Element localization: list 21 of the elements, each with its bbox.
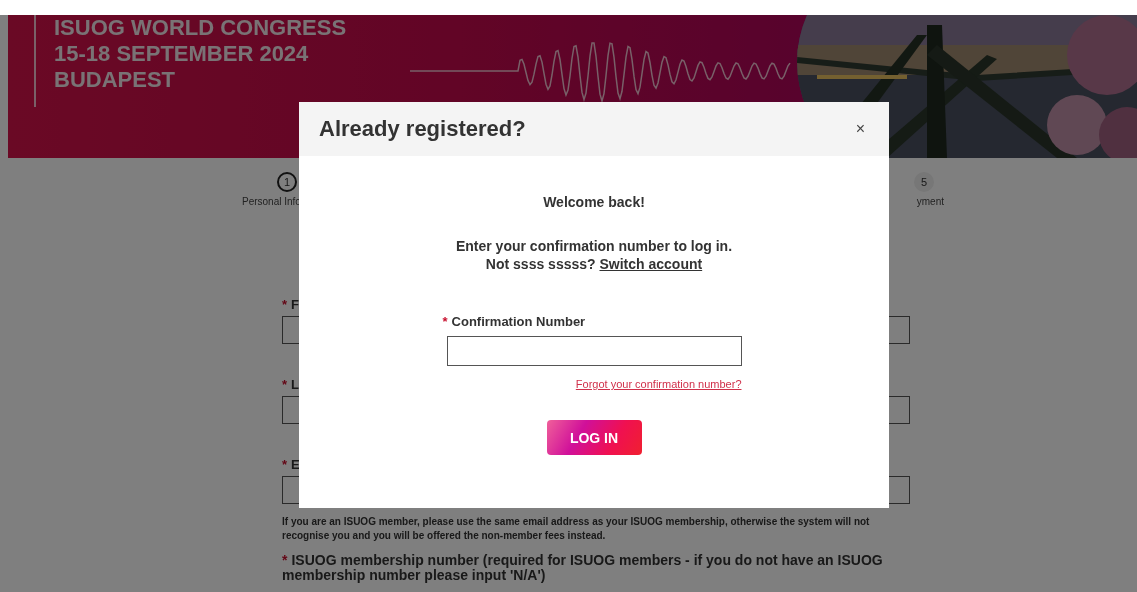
- switch-prompt: Not ssss sssss? Switch account: [485, 256, 703, 272]
- dialog-title: Already registered?: [319, 116, 526, 142]
- field-label: * F: [282, 297, 299, 312]
- banner-title: BUDAPEST: [54, 67, 176, 93]
- step-number[interactable]: 5: [914, 172, 934, 192]
- login-button[interactable]: LOG IN: [546, 420, 642, 455]
- forgot-link[interactable]: Forgot your confirmation number?: [575, 378, 742, 390]
- close-button[interactable]: ×: [851, 118, 869, 140]
- field-label: * Confirmation Number: [442, 314, 587, 329]
- hint-text: If you are an ISUOG member, please use the same email address as your ISUOG membership, otherwise the system will not recognise you and you will be offered the non-member fees instead.: [282, 515, 871, 543]
- field-label: * ISUOG membership number (required for ISUOG members - if you do not have an ISUOG membership number please input 'N/A'): [282, 553, 884, 583]
- field-label: * E: [282, 457, 300, 472]
- field-label: * L: [282, 377, 299, 392]
- welcome-text: Welcome back!: [543, 194, 645, 210]
- step-label: yment: [916, 196, 944, 207]
- confirmation-field[interactable]: [446, 336, 742, 366]
- switch-account-link[interactable]: Switch account: [599, 256, 703, 272]
- banner-title: ISUOG WORLD CONGRESS: [54, 15, 347, 41]
- step-number[interactable]: 1: [277, 172, 297, 192]
- instruction-text: Enter your confirmation number to log in.: [455, 238, 733, 254]
- banner-title: 15-18 SEPTEMBER 2024: [54, 41, 310, 67]
